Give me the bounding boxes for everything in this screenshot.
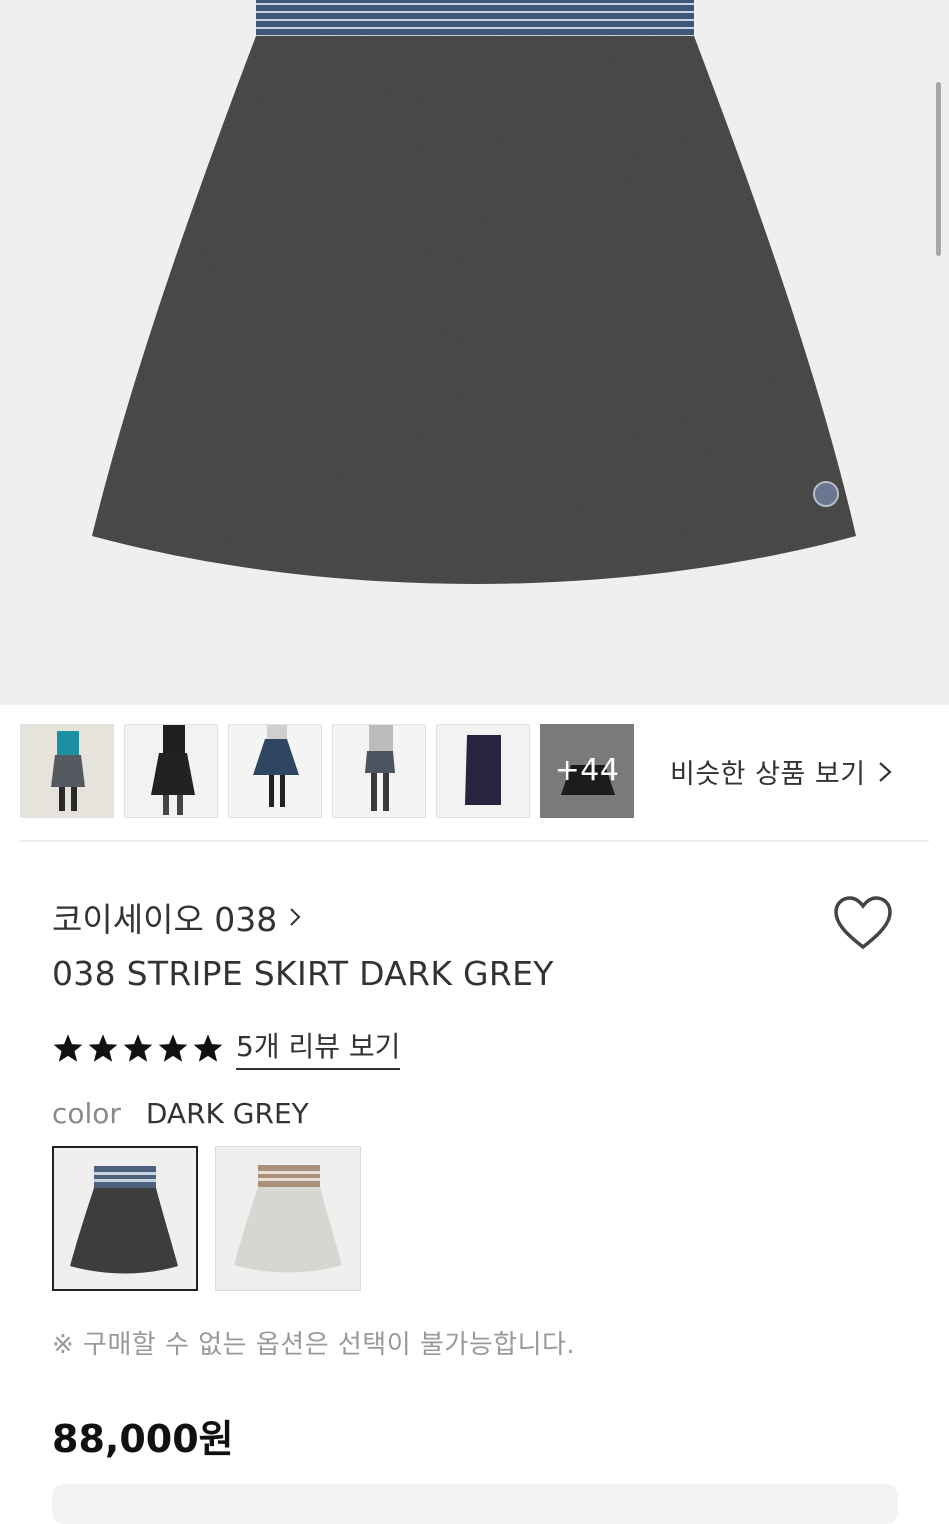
product-main-image[interactable] (0, 0, 949, 705)
more-count: +44 (554, 753, 620, 788)
star-icon (123, 1033, 153, 1062)
swatch-light-grey[interactable] (215, 1146, 361, 1291)
divider (20, 840, 929, 842)
thumbnail-2[interactable] (124, 724, 218, 818)
product-price: 88,000원 (52, 1417, 234, 1461)
chevron-right-icon (878, 761, 892, 782)
thumbnail-strip: +44 (20, 724, 634, 818)
star-icon (158, 1033, 188, 1062)
swatch-dark-grey[interactable] (52, 1146, 198, 1291)
skirt-illustration (92, 0, 856, 584)
wishlist-button[interactable] (833, 895, 893, 955)
thumbnail-more[interactable]: +44 (540, 724, 634, 818)
option-select-box[interactable] (52, 1484, 898, 1524)
color-swatches (52, 1146, 361, 1291)
thumbnail-3[interactable] (228, 724, 322, 818)
brand-name: 코이세이오 038 (52, 900, 278, 939)
thumbnail-4[interactable] (332, 724, 426, 818)
heart-icon (834, 896, 892, 950)
similar-products-label: 비슷한 상품 보기 (670, 759, 866, 790)
star-icon (88, 1033, 118, 1062)
similar-products-link[interactable]: 비슷한 상품 보기 (670, 752, 892, 791)
product-title: 038 STRIPE SKIRT DARK GREY (52, 954, 554, 993)
brand-link[interactable]: 코이세이오 038 (52, 893, 301, 941)
chevron-right-icon (290, 908, 301, 926)
option-notice: ※ 구매할 수 없는 옵션은 선택이 불가능합니다. (52, 1330, 576, 1360)
reviews-link[interactable]: 5개 리뷰 보기 (236, 1025, 401, 1070)
color-label: color (52, 1097, 121, 1130)
thumbnail-1[interactable] (20, 724, 114, 818)
page-scrollbar[interactable] (936, 82, 941, 256)
color-selection-row: color DARK GREY (52, 1097, 309, 1130)
thumbnail-5[interactable] (436, 724, 530, 818)
star-rating (52, 1033, 224, 1063)
color-value: DARK GREY (145, 1097, 309, 1130)
star-icon (53, 1033, 83, 1062)
star-icon (193, 1033, 223, 1062)
rating-row: 5개 리뷰 보기 (52, 1025, 401, 1070)
